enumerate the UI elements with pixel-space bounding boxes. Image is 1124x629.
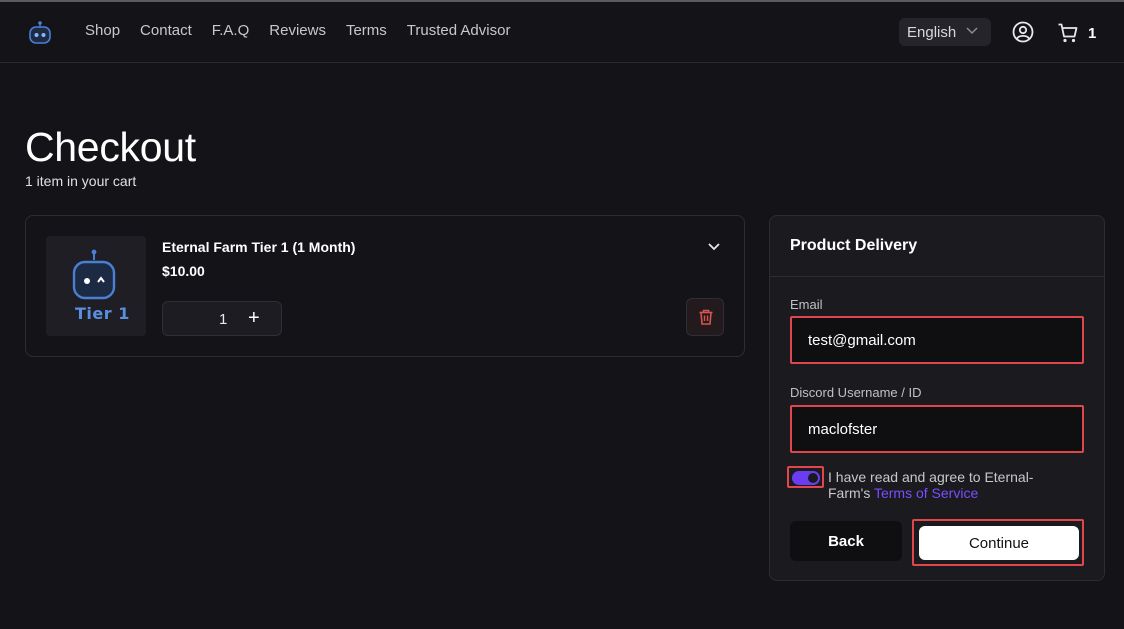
nav-link-shop[interactable]: Shop: [85, 22, 120, 39]
user-circle-icon[interactable]: [1012, 21, 1034, 43]
agree-toggle[interactable]: [787, 466, 824, 488]
toggle-knob: [808, 473, 818, 483]
continue-button[interactable]: Continue: [919, 526, 1079, 560]
cart-item-card: Tier 1 Eternal Farm Tier 1 (1 Month) $10…: [25, 215, 745, 357]
robot-logo-icon[interactable]: [27, 20, 53, 46]
delete-item-button[interactable]: [686, 298, 724, 336]
back-button[interactable]: Back: [790, 521, 902, 561]
nav-link-reviews[interactable]: Reviews: [269, 22, 326, 39]
terms-of-service-link[interactable]: Terms of Service: [874, 485, 978, 501]
product-delivery-panel: Product Delivery Email Discord Username …: [769, 215, 1105, 581]
chevron-down-icon: [966, 27, 978, 35]
delivery-header: Product Delivery: [770, 216, 1104, 277]
quantity-stepper[interactable]: 1 +: [162, 301, 282, 336]
continue-button-highlight: Continue: [912, 519, 1084, 566]
product-price: $10.00: [162, 263, 205, 279]
top-navbar: Shop Contact F.A.Q Reviews Terms Trusted…: [0, 2, 1124, 63]
nav-link-trusted-advisor[interactable]: Trusted Advisor: [407, 22, 511, 39]
product-name[interactable]: Eternal Farm Tier 1 (1 Month): [162, 239, 355, 255]
page-title: Checkout: [25, 124, 196, 170]
product-thumbnail-label: Tier 1: [75, 304, 130, 323]
language-select[interactable]: English: [899, 18, 991, 46]
discord-username-field[interactable]: [790, 405, 1084, 453]
nav-link-terms[interactable]: Terms: [346, 22, 387, 39]
quantity-value[interactable]: 1: [219, 311, 227, 328]
discord-label: Discord Username / ID: [790, 385, 922, 400]
toggle-track: [792, 471, 820, 485]
language-select-value: English: [907, 23, 957, 41]
nav-link-faq[interactable]: F.A.Q: [212, 22, 250, 39]
cart-count-badge: 1: [1088, 25, 1097, 42]
nav-link-contact[interactable]: Contact: [140, 22, 192, 39]
email-field[interactable]: [790, 316, 1084, 364]
email-label: Email: [790, 297, 823, 312]
trash-icon: [699, 309, 713, 325]
delivery-title: Product Delivery: [790, 237, 918, 254]
plus-icon[interactable]: +: [248, 307, 260, 329]
chevron-down-icon[interactable]: [707, 240, 721, 254]
cart-item-count: 1 item in your cart: [25, 173, 137, 189]
agree-terms-text: I have read and agree to Eternal-Farm's …: [828, 469, 1068, 501]
nav-links: Shop Contact F.A.Q Reviews Terms Trusted…: [85, 22, 530, 39]
shopping-cart-icon[interactable]: [1057, 22, 1079, 44]
product-thumbnail: Tier 1: [46, 236, 146, 336]
